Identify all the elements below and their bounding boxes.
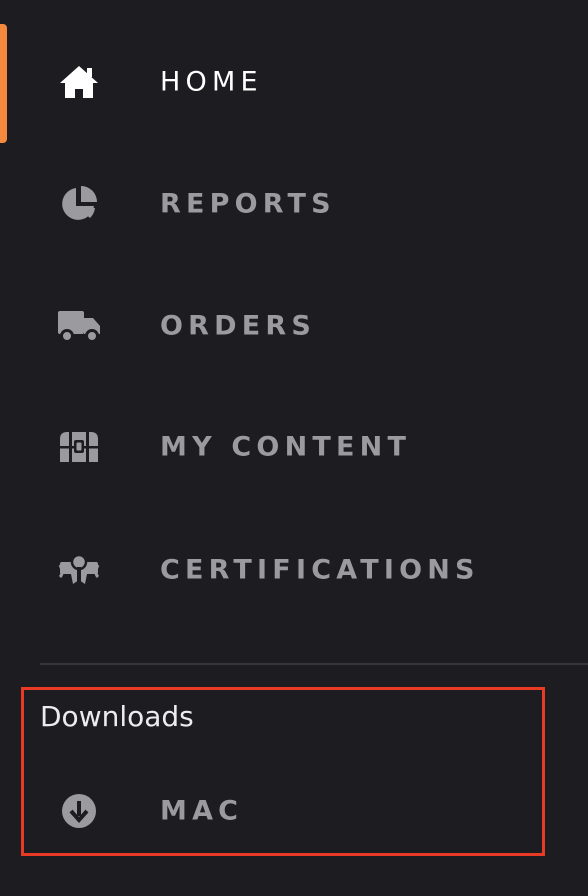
nav-item-label: ORDERS: [160, 310, 317, 342]
pie-chart-icon: [56, 184, 102, 224]
download-item-label: MAC: [160, 795, 244, 827]
nav-item-orders[interactable]: ORDERS: [0, 276, 588, 376]
nav-item-label: MY CONTENT: [160, 431, 412, 463]
certificate-icon: [56, 550, 102, 590]
nav-item-label: CERTIFICATIONS: [160, 554, 480, 586]
home-icon: [56, 62, 102, 102]
nav-item-certifications[interactable]: CERTIFICATIONS: [0, 520, 588, 620]
nav-item-home[interactable]: HOME: [0, 32, 588, 132]
download-item-mac[interactable]: MAC: [0, 761, 588, 861]
nav-item-label: HOME: [160, 66, 263, 98]
truck-icon: [56, 306, 102, 346]
download-circle-icon: [56, 791, 102, 831]
nav-item-reports[interactable]: REPORTS: [0, 154, 588, 254]
sidebar: HOME REPORTS ORDERS MY CONTENT CERTIFICA…: [0, 0, 588, 896]
divider: [40, 663, 588, 665]
treasure-chest-icon: [56, 427, 102, 467]
downloads-heading: Downloads: [40, 700, 194, 733]
nav-item-my-content[interactable]: MY CONTENT: [0, 397, 588, 497]
nav-item-label: REPORTS: [160, 188, 336, 220]
